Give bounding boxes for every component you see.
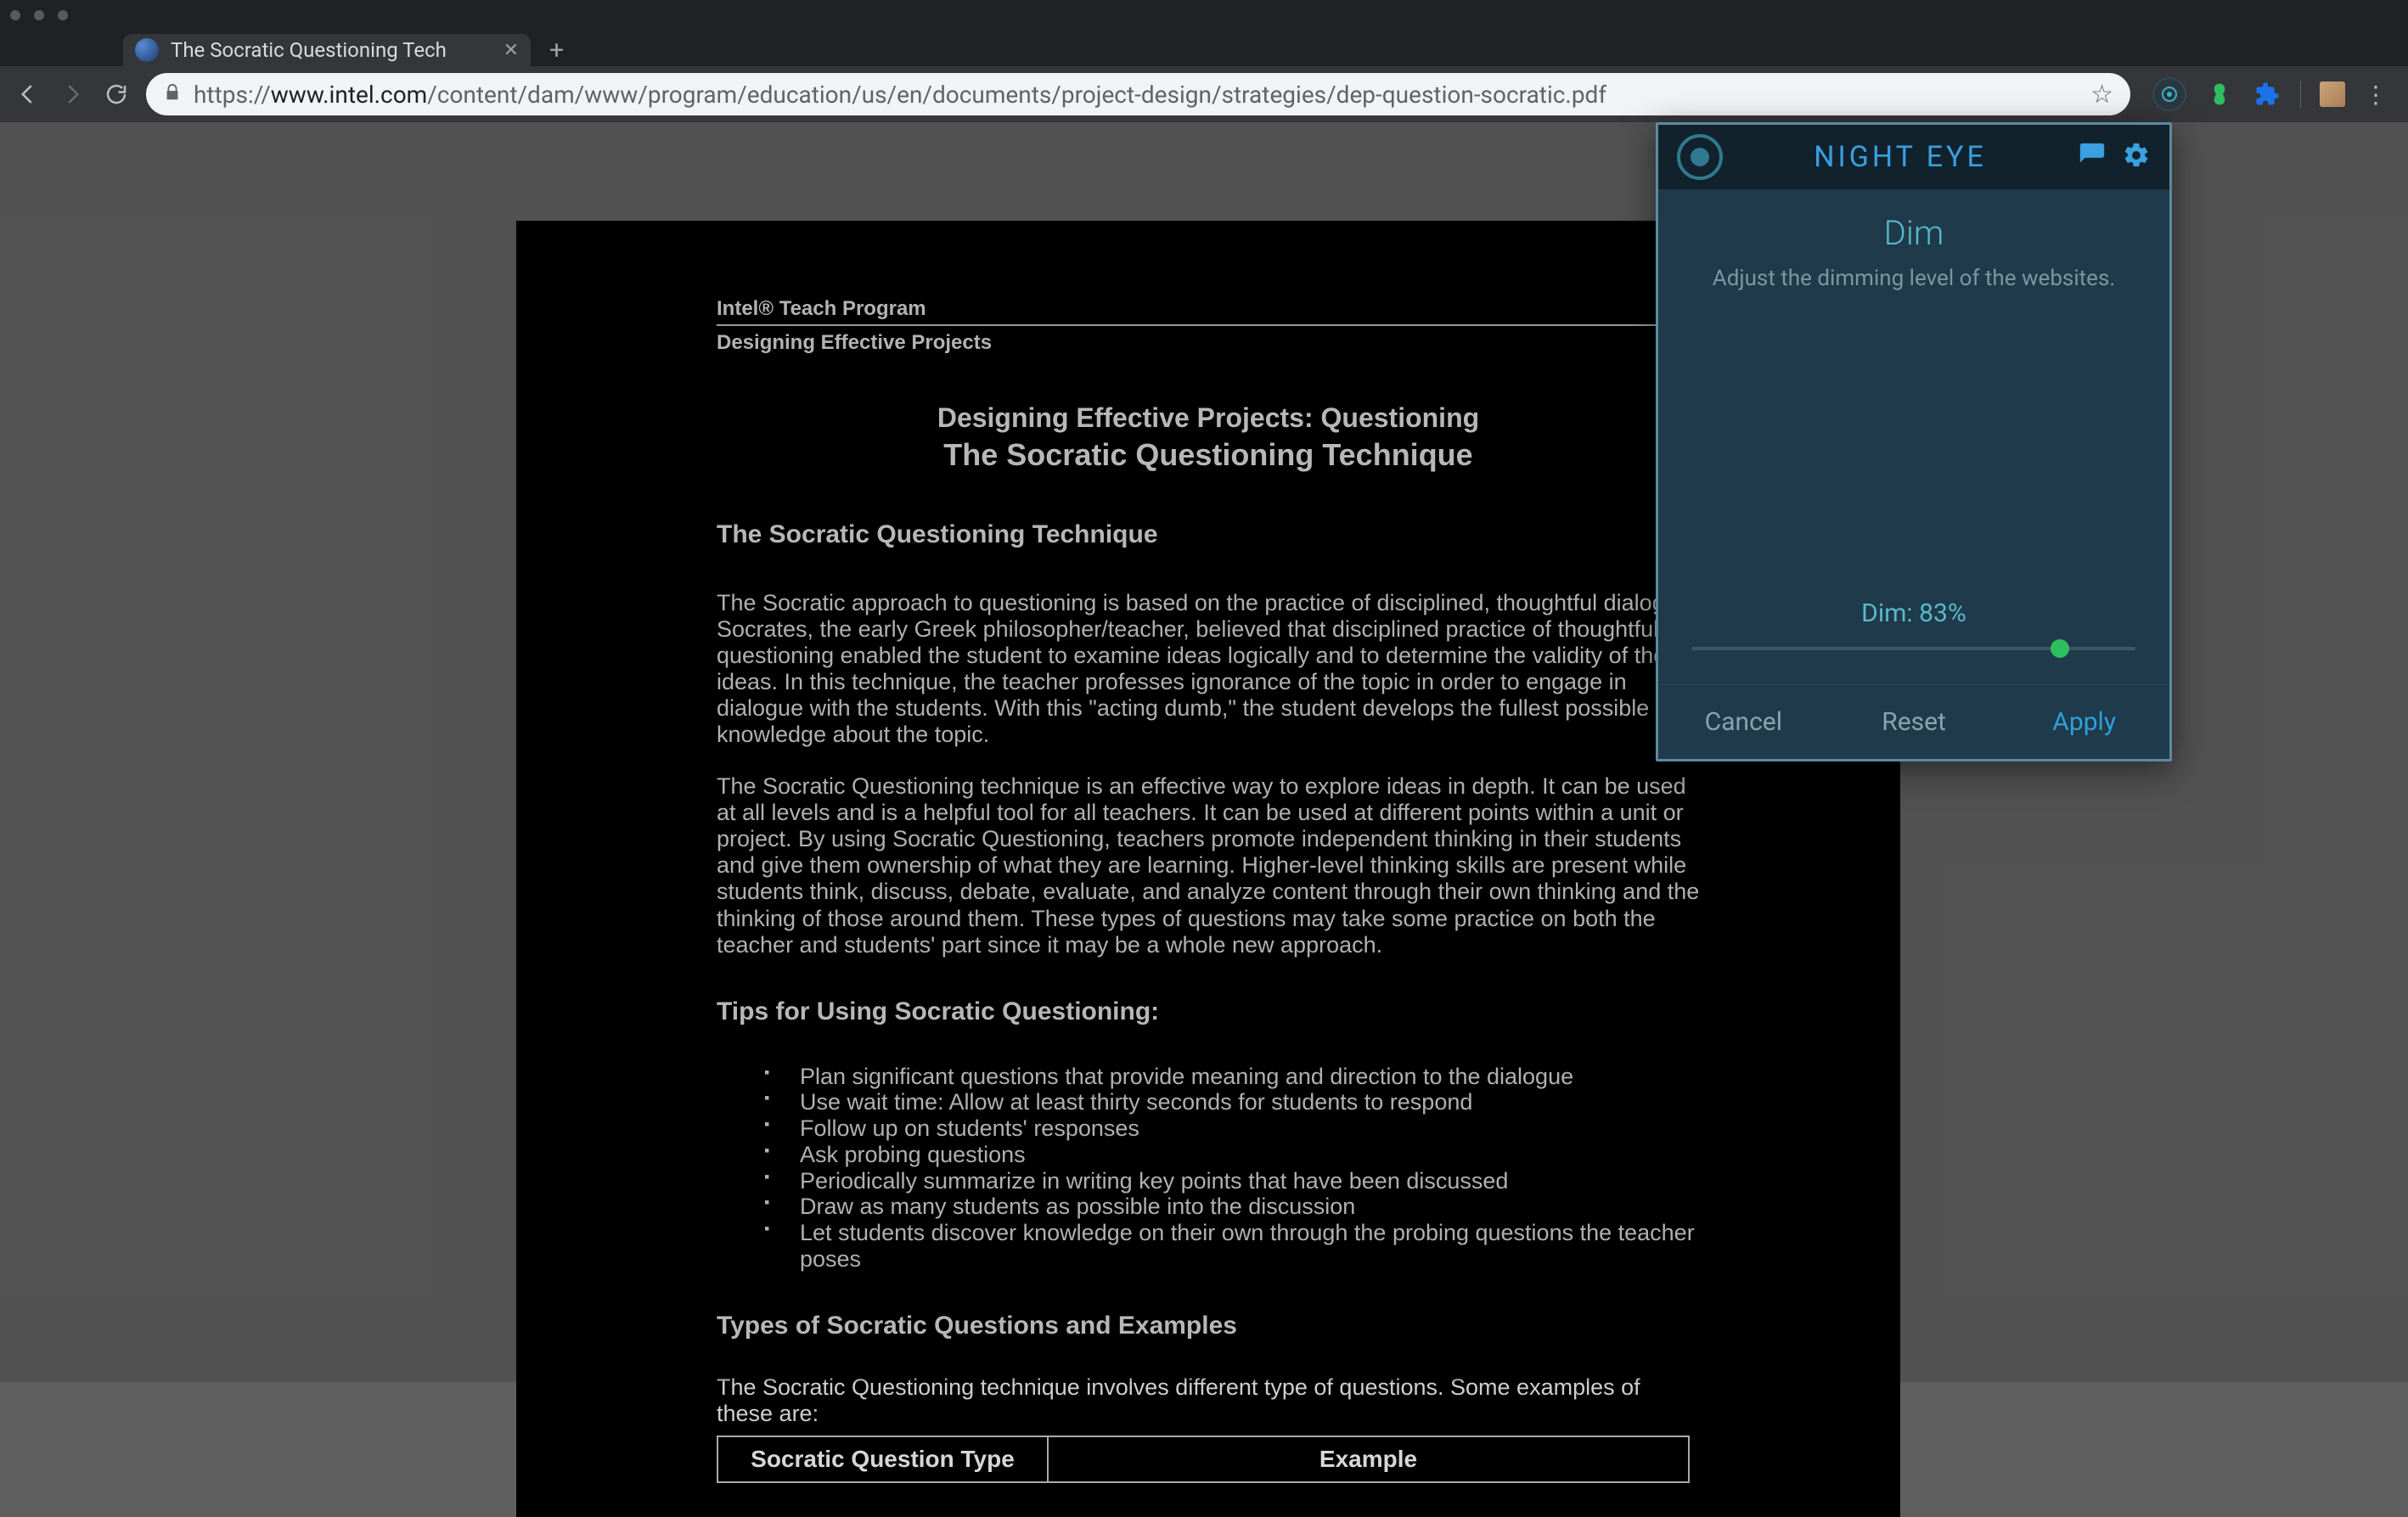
window-minimize-dot[interactable] [34,10,44,20]
traffic-lights [10,10,68,20]
dim-slider-fill [1692,647,2060,650]
pdf-title-line2: The Socratic Questioning Technique [717,437,1700,473]
list-item: Draw as many students as possible into t… [764,1194,1700,1220]
popup-header: NIGHT EYE [1658,125,2169,189]
new-tab-button[interactable]: + [531,34,582,66]
url-host: www.intel.com [271,81,427,109]
toolbar-separator [2300,81,2301,108]
feedback-icon[interactable] [2078,141,2107,173]
bookmark-star-icon[interactable]: ☆ [2090,80,2113,110]
address-bar[interactable]: https://www.intel.com/content/dam/www/pr… [146,73,2130,115]
close-icon[interactable]: ✕ [504,40,519,61]
nighteye-popup: NIGHT EYE Dim Adjust the dimming level o… [1656,122,2172,761]
popup-section-title: Dim [1682,213,2146,253]
dim-slider-thumb[interactable] [2051,639,2069,658]
browser-toolbar: https://www.intel.com/content/dam/www/pr… [0,66,2408,122]
list-item: Let students discover knowledge on their… [764,1220,1700,1273]
dim-slider-label: Dim: 83% [1692,598,2135,628]
pdf-title-line1: Designing Effective Projects: Questionin… [717,402,1700,434]
forward-button[interactable] [58,80,87,109]
cancel-button[interactable]: Cancel [1658,685,1829,759]
pdf-lead: The Socratic Questioning technique invol… [717,1374,1700,1427]
window-close-dot[interactable] [10,10,20,20]
pdf-subheading-types: Types of Socratic Questions and Examples [717,1312,1700,1340]
list-item: Plan significant questions that provide … [764,1064,1700,1090]
pdf-tips-list: Plan significant questions that provide … [717,1064,1700,1273]
url-scheme: https:// [194,81,271,109]
pdf-header-sub: Designing Effective Projects [717,331,1700,355]
nighteye-logo-icon [1677,134,1723,180]
popup-spacer [1682,293,2146,565]
list-item: Follow up on students' responses [764,1115,1700,1142]
url-text: https://www.intel.com/content/dam/www/pr… [194,81,1606,109]
table-header: Example [1048,1436,1689,1482]
browser-menu-button[interactable]: ⋮ [2364,81,2388,109]
content-area: Intel® Teach Program Designing Effective… [0,122,2408,1382]
back-button[interactable] [14,80,42,109]
popup-brand: NIGHT EYE [1738,140,2062,174]
window-titlebar [0,0,2408,30]
list-item: Ask probing questions [764,1142,1700,1168]
settings-gear-icon[interactable] [2122,141,2151,173]
pdf-subheading-tips: Tips for Using Socratic Questioning: [717,997,1700,1026]
pdf-header-program: Intel® Teach Program [717,297,1700,321]
url-path: /content/dam/www/program/education/us/en… [427,81,1606,109]
reload-button[interactable] [102,80,131,109]
pdf-heading: The Socratic Questioning Technique [717,520,1700,549]
dim-slider-track[interactable] [1692,647,2135,650]
tab-favicon [135,38,159,62]
tab-strip: The Socratic Questioning Tech ✕ + [0,30,2408,66]
popup-section-desc: Adjust the dimming level of the websites… [1682,265,2146,293]
apply-button[interactable]: Apply [1999,685,2169,759]
tab-title: The Socratic Questioning Tech [171,38,492,62]
popup-body: Dim Adjust the dimming level of the webs… [1658,189,2169,598]
pdf-header-rule [717,324,1700,326]
dim-label-prefix: Dim: [1861,598,1919,628]
list-item: Periodically summarize in writing key po… [764,1168,1700,1194]
pdf-paragraph: The Socratic approach to questioning is … [717,590,1700,748]
nighteye-extension-icon[interactable] [2152,77,2186,111]
pdf-paragraph: The Socratic Questioning technique is an… [717,773,1700,958]
profile-avatar[interactable] [2320,81,2345,107]
popup-footer: Cancel Reset Apply [1658,684,2169,759]
pdf-table: Socratic Question Type Example [717,1436,1690,1483]
window-zoom-dot[interactable] [58,10,68,20]
list-item: Use wait time: Allow at least thirty sec… [764,1089,1700,1115]
evernote-extension-icon[interactable] [2205,80,2234,109]
dim-value: 83% [1919,598,1966,628]
extensions-puzzle-icon[interactable] [2253,80,2281,109]
extension-icons: ⋮ [2146,77,2394,111]
table-row: Socratic Question Type Example [717,1436,1689,1482]
reset-button[interactable]: Reset [1829,685,2000,759]
browser-tab[interactable]: The Socratic Questioning Tech ✕ [123,34,531,66]
dim-slider: Dim: 83% [1658,598,2169,684]
table-header: Socratic Question Type [717,1436,1048,1482]
lock-icon [163,83,182,105]
